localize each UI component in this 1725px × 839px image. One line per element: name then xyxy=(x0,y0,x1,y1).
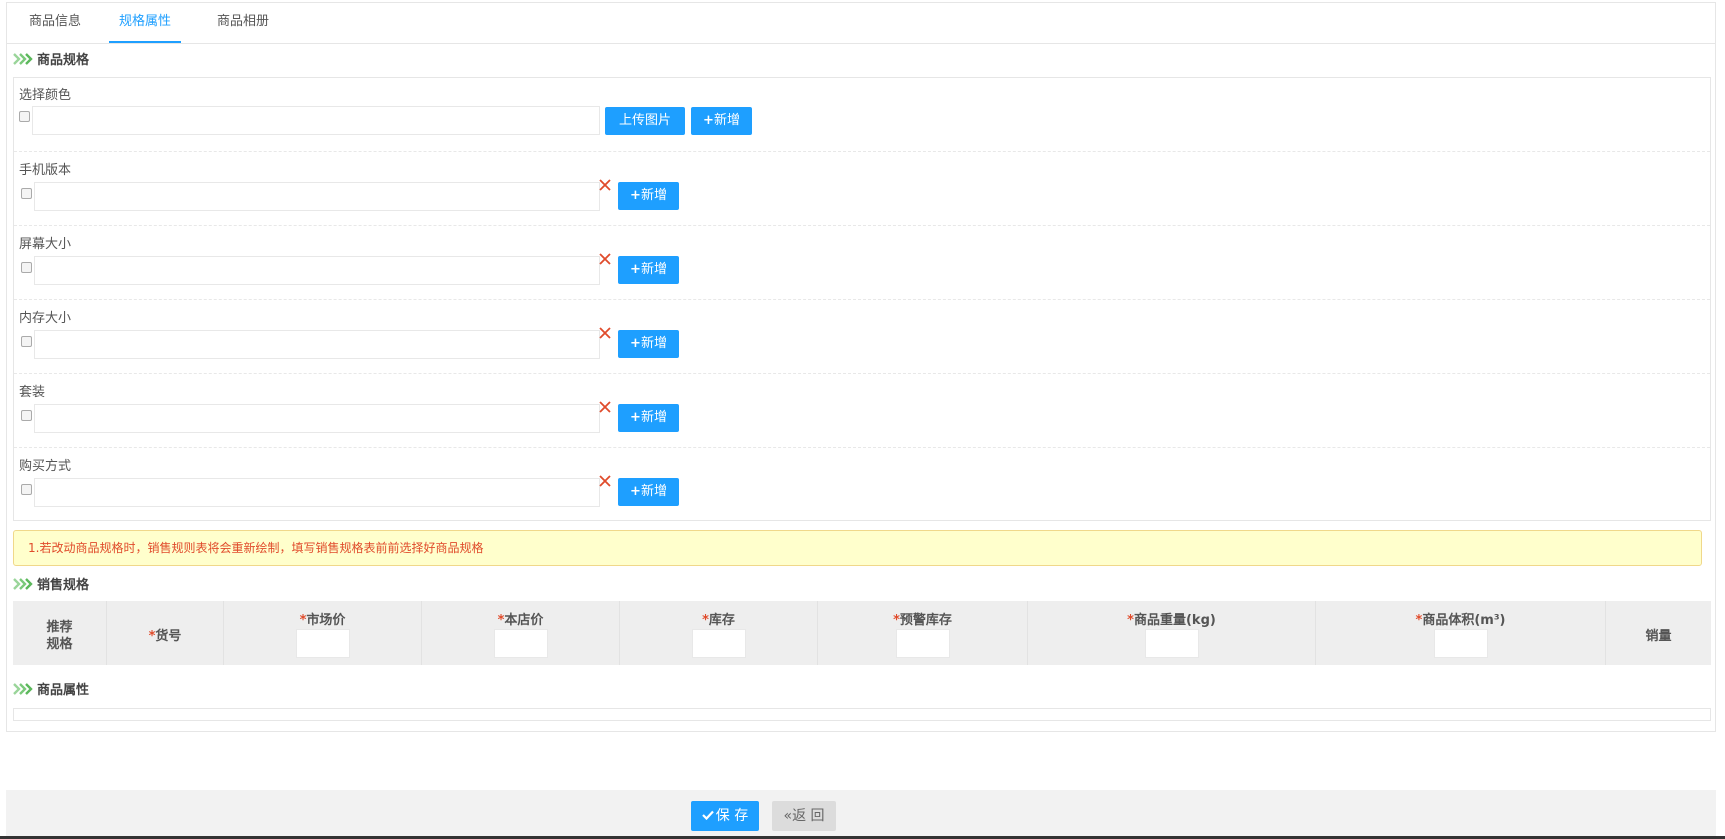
spec-value-input[interactable] xyxy=(34,404,600,433)
col-warning-stock: *预警库存 xyxy=(818,601,1028,665)
spec-value-input[interactable] xyxy=(32,106,600,135)
spec-group-label: 购买方式 xyxy=(19,459,72,474)
sales-section-title: 销售规格 xyxy=(13,577,89,595)
add-spec-button[interactable]: +新增 xyxy=(618,182,679,210)
plus-icon: + xyxy=(630,336,641,351)
weight-input[interactable] xyxy=(1144,629,1199,658)
spec-checkbox[interactable] xyxy=(21,484,32,495)
sales-spec-table: 推荐 规格 *货号 *市场价 *本店价 *库存 *预警库存 *商品重量(kg) xyxy=(13,601,1711,665)
sales-section-title-text: 销售规格 xyxy=(37,578,90,593)
add-spec-button[interactable]: +新增 xyxy=(691,107,752,135)
goods-attributes-box xyxy=(13,708,1711,721)
plus-icon: + xyxy=(630,262,641,277)
goods-edit-panel: 商品信息 规格属性 商品相册 商品规格 选择颜色 上传图片 +新增 手机版本 +… xyxy=(6,2,1716,732)
col-stock: *库存 xyxy=(620,601,818,665)
spec-group-purchase-method: 购买方式 +新增 xyxy=(14,447,1710,522)
col-recommend-spec: 推荐 规格 xyxy=(13,601,107,665)
attr-section-title-text: 商品属性 xyxy=(37,683,90,698)
col-sku: *货号 xyxy=(107,601,224,665)
save-button[interactable]: 保 存 xyxy=(691,801,759,831)
chevron-right-double-icon xyxy=(13,53,33,65)
spec-group-label: 手机版本 xyxy=(19,163,72,178)
spec-group-label: 内存大小 xyxy=(19,311,72,326)
market-price-input[interactable] xyxy=(295,629,350,658)
spec-checkbox[interactable] xyxy=(21,262,32,273)
spec-value-input[interactable] xyxy=(34,330,600,359)
spec-value-input[interactable] xyxy=(34,182,600,211)
delete-x-icon[interactable] xyxy=(598,252,612,266)
delete-x-icon[interactable] xyxy=(598,178,612,192)
attr-section-title: 商品属性 xyxy=(13,682,89,700)
delete-x-icon[interactable] xyxy=(598,474,612,488)
chevron-right-double-icon xyxy=(13,578,33,590)
col-shop-price: *本店价 xyxy=(422,601,620,665)
plus-icon: + xyxy=(630,484,641,499)
double-chevron-left-icon: « xyxy=(783,808,793,824)
add-spec-button[interactable]: +新增 xyxy=(618,404,679,432)
spec-groups-box: 选择颜色 上传图片 +新增 手机版本 +新增 屏幕大小 +新增 内存大小 +新增… xyxy=(13,77,1711,521)
spec-group-label: 选择颜色 xyxy=(19,88,72,103)
spec-group-color: 选择颜色 上传图片 +新增 xyxy=(14,78,1710,151)
tab-spec-attributes[interactable]: 规格属性 xyxy=(109,3,181,43)
warning-stock-input[interactable] xyxy=(895,629,950,658)
col-volume: *商品体积(m³) xyxy=(1316,601,1606,665)
spec-group-label: 屏幕大小 xyxy=(19,237,72,252)
spec-group-screen-size: 屏幕大小 +新增 xyxy=(14,225,1710,300)
col-weight: *商品重量(kg) xyxy=(1028,601,1316,665)
spec-group-label: 套装 xyxy=(19,385,46,400)
spec-value-input[interactable] xyxy=(34,478,600,507)
col-market-price: *市场价 xyxy=(224,601,422,665)
back-button[interactable]: «返 回 xyxy=(772,801,836,831)
spec-section-title: 商品规格 xyxy=(13,52,89,70)
add-spec-button[interactable]: +新增 xyxy=(618,478,679,506)
spec-group-bundle: 套装 +新增 xyxy=(14,373,1710,448)
col-sales-volume: 销量 xyxy=(1645,629,1672,644)
spec-change-warning: 1.若改动商品规格时，销售规则表将会重新绘制，填写销售规格表前前选择好商品规格 xyxy=(13,530,1702,566)
add-spec-button[interactable]: +新增 xyxy=(618,256,679,284)
form-footer: 保 存 «返 回 xyxy=(6,790,1716,839)
tab-bar: 商品信息 规格属性 商品相册 xyxy=(7,3,1715,44)
chevron-right-double-icon xyxy=(13,683,33,695)
add-spec-button[interactable]: +新增 xyxy=(618,330,679,358)
volume-input[interactable] xyxy=(1433,629,1488,658)
upload-image-button[interactable]: 上传图片 xyxy=(605,107,685,135)
check-icon xyxy=(701,810,714,821)
plus-icon: + xyxy=(630,188,641,203)
spec-checkbox[interactable] xyxy=(21,188,32,199)
spec-value-input[interactable] xyxy=(34,256,600,285)
spec-group-phone-version: 手机版本 +新增 xyxy=(14,151,1710,226)
stock-input[interactable] xyxy=(691,629,746,658)
plus-icon: + xyxy=(630,410,641,425)
delete-x-icon[interactable] xyxy=(598,400,612,414)
spec-group-memory-size: 内存大小 +新增 xyxy=(14,299,1710,374)
delete-x-icon[interactable] xyxy=(598,326,612,340)
shop-price-input[interactable] xyxy=(493,629,548,658)
spec-checkbox[interactable] xyxy=(19,111,30,122)
plus-icon: + xyxy=(703,113,714,128)
spec-checkbox[interactable] xyxy=(21,336,32,347)
spec-section-title-text: 商品规格 xyxy=(37,53,90,68)
tab-goods-album[interactable]: 商品相册 xyxy=(203,3,283,43)
spec-checkbox[interactable] xyxy=(21,410,32,421)
tab-goods-info[interactable]: 商品信息 xyxy=(15,3,95,43)
